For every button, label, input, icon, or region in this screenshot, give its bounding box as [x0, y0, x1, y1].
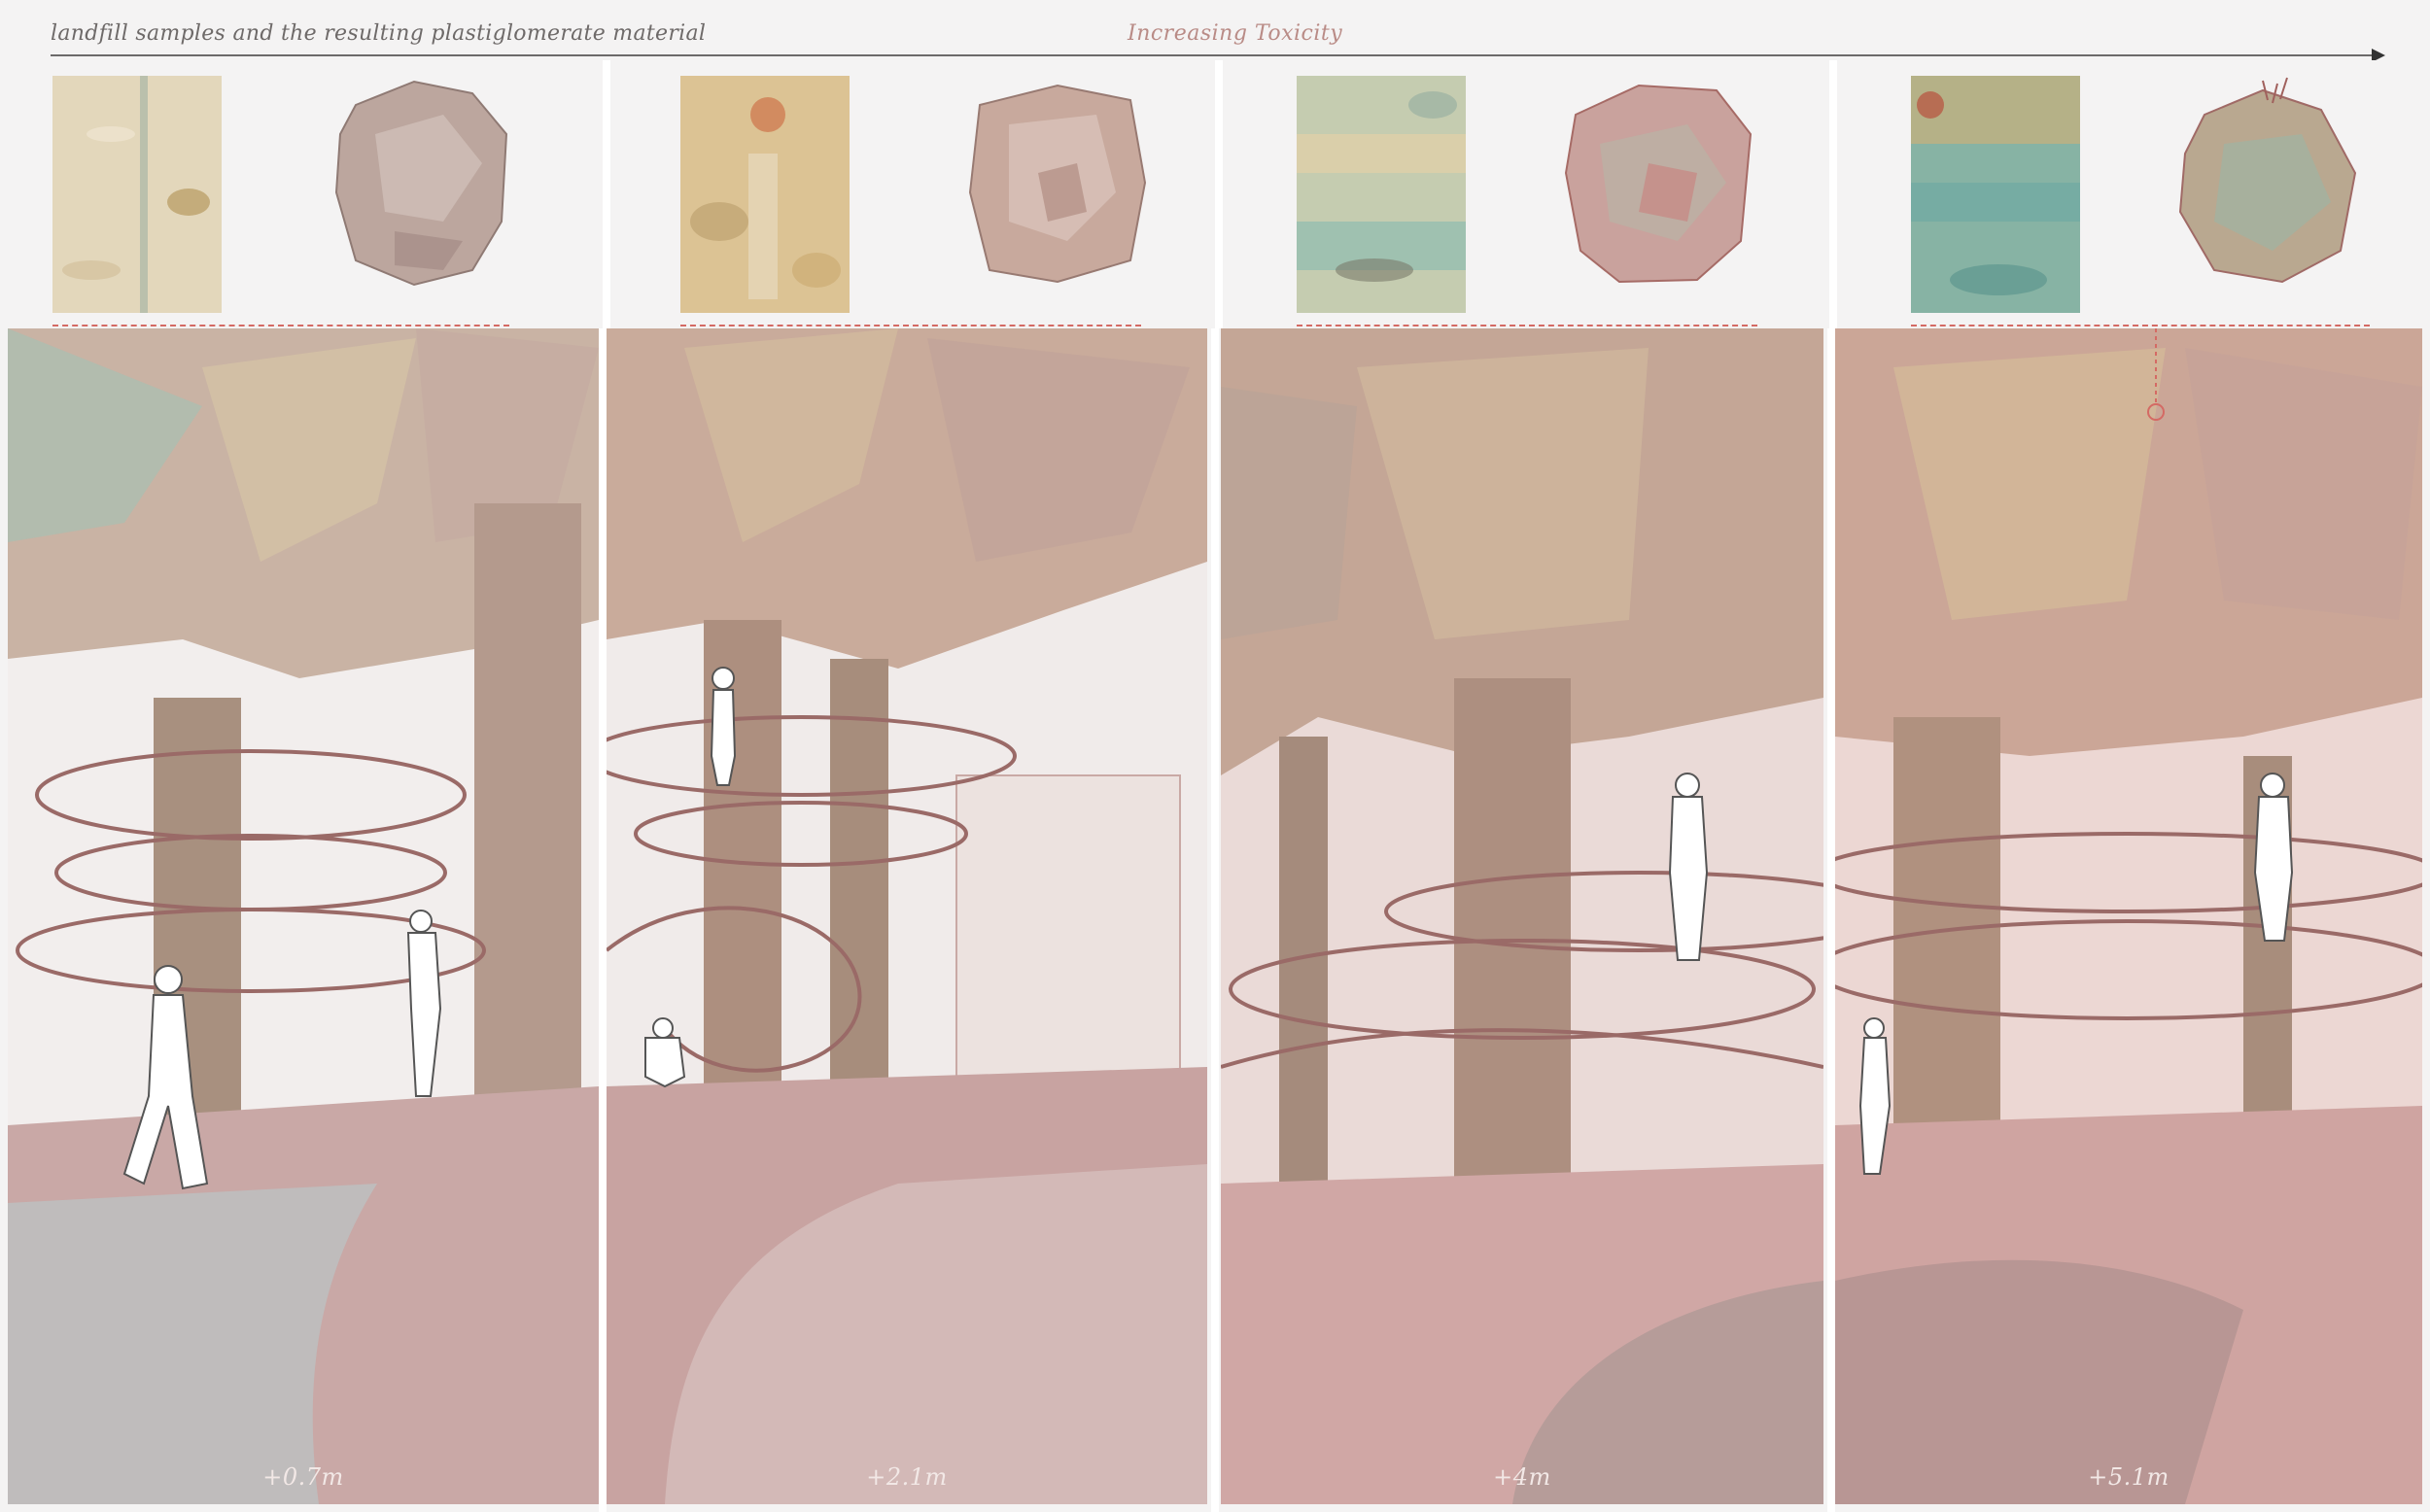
render-panel-2: +2.1m — [607, 328, 1207, 1504]
level-label-1: +0.7m — [262, 1463, 344, 1491]
header: landfill samples and the resulting plast… — [0, 0, 2430, 62]
sample-divider — [603, 60, 610, 328]
panel-gutter — [599, 328, 607, 1512]
sample-divider — [1829, 60, 1837, 328]
plastiglomerate-image-1 — [334, 80, 508, 287]
level-label-2: +2.1m — [866, 1463, 948, 1491]
render-panel-3: +4m — [1221, 328, 1823, 1504]
caption-toxicity: Increasing Toxicity — [1128, 21, 1343, 46]
landfill-sample-image-1 — [52, 76, 222, 313]
sample-bracket-1 — [52, 325, 509, 326]
sample-bracket-4 — [1911, 325, 2370, 326]
render-illustration-3 — [1221, 328, 1823, 1504]
landfill-sample-image-2 — [680, 76, 850, 313]
sample-cell-1 — [0, 60, 603, 328]
sample-cell-2 — [608, 60, 1215, 328]
panel-gutter — [1211, 328, 1219, 1512]
level-label-3: +4m — [1493, 1463, 1551, 1491]
toxicity-arrow-line — [51, 54, 2374, 56]
plastiglomerate-image-2 — [968, 84, 1147, 284]
plastiglomerate-image-3 — [1564, 84, 1753, 284]
render-illustration-2 — [607, 328, 1207, 1504]
level-label-4: +5.1m — [2088, 1463, 2170, 1491]
plastiglomerate-image-4 — [2178, 77, 2357, 284]
sample-cell-3 — [1221, 60, 1829, 328]
render-panel-1: +0.7m — [8, 328, 599, 1504]
caption-samples: landfill samples and the resulting plast… — [51, 21, 707, 46]
sample-bracket-3 — [1297, 325, 1757, 326]
render-illustration-4 — [1835, 328, 2422, 1504]
panel-gutter — [1827, 328, 1835, 1512]
sample-bracket-2 — [680, 325, 1141, 326]
landfill-sample-image-4 — [1911, 76, 2080, 313]
sample-cell-4 — [1835, 60, 2430, 328]
sample-divider — [1215, 60, 1223, 328]
render-illustration-1 — [8, 328, 599, 1504]
landfill-sample-image-3 — [1297, 76, 1466, 313]
render-panel-4: +5.1m — [1835, 328, 2422, 1504]
